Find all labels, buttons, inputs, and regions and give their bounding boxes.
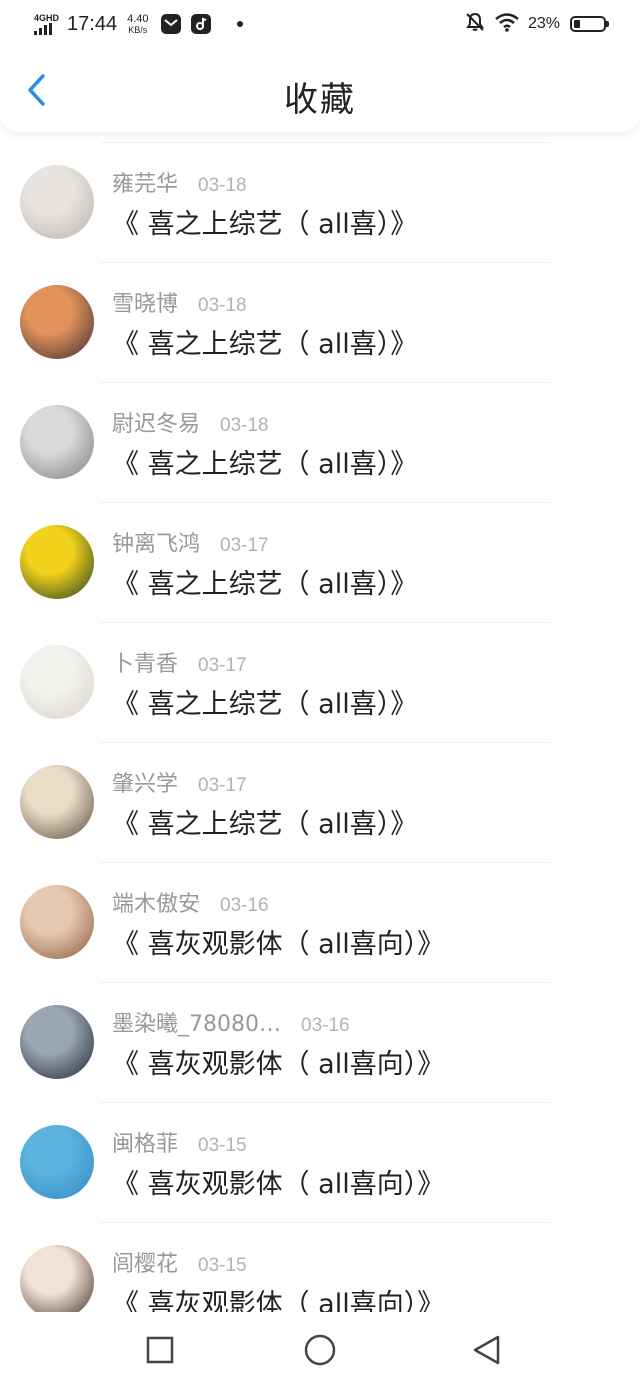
item-meta: 尉迟冬易 03-18 <box>112 406 269 438</box>
item-meta: 闾樱花 03-15 <box>112 1246 247 1278</box>
network-type: 4GHD <box>34 13 60 23</box>
back-nav-button[interactable] <box>466 1330 506 1370</box>
title-bar: 收藏 <box>0 48 640 132</box>
recent-apps-button[interactable] <box>140 1330 180 1370</box>
wifi-icon <box>494 11 520 37</box>
status-bar-left: 4GHD 17:44 4.40 KB/s <box>34 10 243 38</box>
item-meta: 卜青香 03-17 <box>112 646 247 678</box>
favorites-list[interactable]: 雍芫华 03-18 《 喜之上综艺（ all喜）》 雪晓博 03-18 《 喜之上综艺（ … <box>0 142 640 1312</box>
divider <box>100 262 550 263</box>
item-title[interactable]: 《 喜灰观影体（ all喜向）》 <box>112 922 444 961</box>
user-name[interactable]: 肇兴学 <box>112 766 178 798</box>
list-item[interactable]: 雪晓博 03-18 《 喜之上综艺（ all喜）》 <box>0 262 640 382</box>
item-title[interactable]: 《 喜之上综艺（ all喜）》 <box>112 442 417 481</box>
avatar[interactable] <box>20 765 94 839</box>
item-date: 03-18 <box>198 295 247 316</box>
list-item[interactable]: 肇兴学 03-17 《 喜之上综艺（ all喜）》 <box>0 742 640 862</box>
divider <box>100 1222 550 1223</box>
list-item[interactable]: 闾樱花 03-15 《 喜灰观影体（ all喜向）》 <box>0 1222 640 1312</box>
item-title[interactable]: 《 喜之上综艺（ all喜）》 <box>112 682 417 721</box>
user-name[interactable]: 卜青香 <box>112 646 178 678</box>
battery-icon <box>570 16 609 32</box>
divider <box>100 742 550 743</box>
avatar[interactable] <box>20 885 94 959</box>
item-meta: 端木傲安 03-16 <box>112 886 269 918</box>
mute-icon <box>464 11 486 37</box>
triangle-back-icon <box>473 1335 500 1365</box>
music-notification-icon <box>190 14 211 34</box>
user-name[interactable]: 尉迟冬易 <box>112 406 200 438</box>
user-name[interactable]: 雍芫华 <box>112 166 178 198</box>
list-item[interactable]: 卜青香 03-17 《 喜之上综艺（ all喜）》 <box>0 622 640 742</box>
circle-icon <box>304 1334 336 1366</box>
item-meta: 肇兴学 03-17 <box>112 766 247 798</box>
system-nav-bar <box>0 1312 640 1387</box>
item-date: 03-16 <box>220 895 269 916</box>
battery-percent: 23% <box>527 15 560 32</box>
list-item[interactable]: 钟离飞鸿 03-17 《 喜之上综艺（ all喜）》 <box>0 502 640 622</box>
avatar[interactable] <box>20 165 94 239</box>
item-title[interactable]: 《 喜灰观影体（ all喜向）》 <box>112 1042 444 1081</box>
status-bar-right: 23% <box>464 10 609 38</box>
avatar[interactable] <box>20 525 94 599</box>
divider <box>100 862 550 863</box>
item-title[interactable]: 《 喜之上综艺（ all喜）》 <box>112 202 417 241</box>
item-meta: 雍芫华 03-18 <box>112 166 247 198</box>
divider <box>100 502 550 503</box>
avatar[interactable] <box>20 1245 94 1312</box>
item-date: 03-18 <box>220 415 269 436</box>
item-meta: 闽格菲 03-15 <box>112 1126 247 1158</box>
divider <box>100 382 550 383</box>
item-title[interactable]: 《 喜之上综艺（ all喜）》 <box>112 802 417 841</box>
network-speed-unit: KB/s <box>128 24 148 35</box>
item-title[interactable]: 《 喜之上综艺（ all喜）》 <box>112 562 417 601</box>
item-date: 03-17 <box>198 775 247 796</box>
item-title[interactable]: 《 喜之上综艺（ all喜）》 <box>112 322 417 361</box>
home-button[interactable] <box>300 1330 340 1370</box>
item-meta: 雪晓博 03-18 <box>112 286 247 318</box>
square-icon <box>146 1336 174 1364</box>
network-speed: 4.40 KB/s <box>127 12 149 35</box>
list-item[interactable]: 墨染曦_78080… 03-16 《 喜灰观影体（ all喜向）》 <box>0 982 640 1102</box>
item-meta: 钟离飞鸿 03-17 <box>112 526 269 558</box>
list-item[interactable]: 尉迟冬易 03-18 《 喜之上综艺（ all喜）》 <box>0 382 640 502</box>
page-title: 收藏 <box>284 80 356 120</box>
item-date: 03-15 <box>198 1135 247 1156</box>
list-item[interactable]: 雍芫华 03-18 《 喜之上综艺（ all喜）》 <box>0 142 640 262</box>
item-title[interactable]: 《 喜灰观影体（ all喜向）》 <box>112 1162 444 1201</box>
divider <box>100 142 550 143</box>
user-name[interactable]: 端木傲安 <box>112 886 200 918</box>
avatar[interactable] <box>20 645 94 719</box>
user-name[interactable]: 闾樱花 <box>112 1246 178 1278</box>
item-date: 03-16 <box>301 1015 350 1036</box>
divider <box>100 1102 550 1103</box>
item-date: 03-17 <box>198 655 247 676</box>
network-indicator: 4GHD <box>34 13 59 35</box>
avatar[interactable] <box>20 405 94 479</box>
item-date: 03-15 <box>198 1255 247 1276</box>
message-notification-icon <box>160 14 181 34</box>
user-name[interactable]: 墨染曦_78080… <box>112 1006 281 1038</box>
avatar[interactable] <box>20 285 94 359</box>
avatar[interactable] <box>20 1005 94 1079</box>
more-notifications-dot <box>236 21 243 27</box>
clock: 17:44 <box>67 12 118 35</box>
divider <box>100 622 550 623</box>
list-item[interactable]: 端木傲安 03-16 《 喜灰观影体（ all喜向）》 <box>0 862 640 982</box>
user-name[interactable]: 钟离飞鸿 <box>112 526 200 558</box>
item-meta: 墨染曦_78080… 03-16 <box>112 1006 350 1038</box>
user-name[interactable]: 雪晓博 <box>112 286 178 318</box>
item-date: 03-17 <box>220 535 269 556</box>
avatar[interactable] <box>20 1125 94 1199</box>
list-item[interactable]: 闽格菲 03-15 《 喜灰观影体（ all喜向）》 <box>0 1102 640 1222</box>
divider <box>100 982 550 983</box>
network-speed-value: 4.40 <box>127 12 149 25</box>
item-date: 03-18 <box>198 175 247 196</box>
signal-icon <box>34 23 52 35</box>
status-bar: 4GHD 17:44 4.40 KB/s 23% <box>0 0 640 48</box>
item-title[interactable]: 《 喜灰观影体（ all喜向）》 <box>112 1282 444 1312</box>
user-name[interactable]: 闽格菲 <box>112 1126 178 1158</box>
